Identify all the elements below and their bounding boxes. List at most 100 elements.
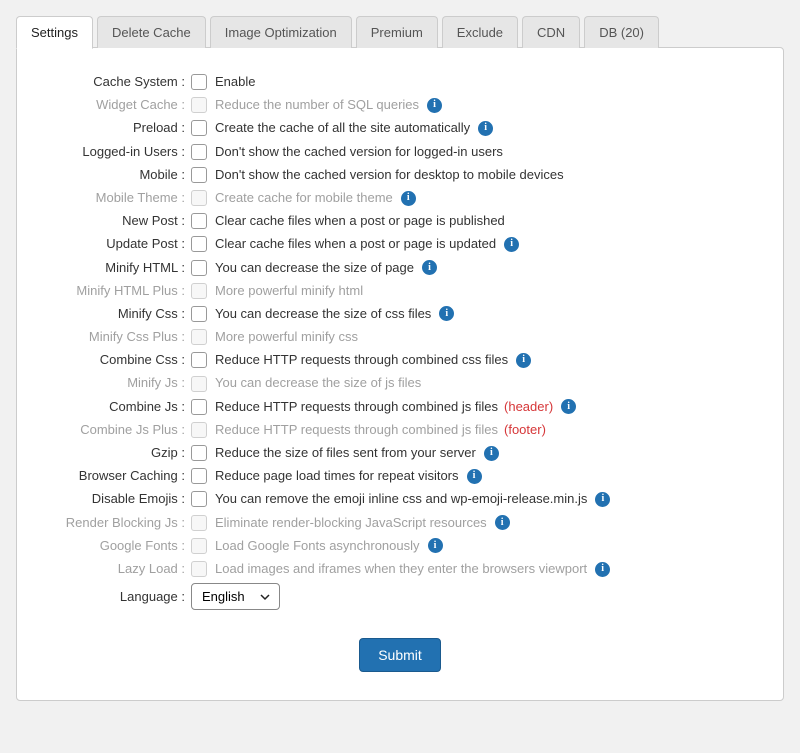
checkbox-minify-css-plus [191,329,207,345]
language-select[interactable]: English [191,583,280,610]
checkbox-gzip[interactable] [191,445,207,461]
checkbox-logged-in-users[interactable] [191,144,207,160]
info-icon-render-blocking-js[interactable]: i [495,515,510,530]
info-icon-minify-css[interactable]: i [439,306,454,321]
label-browser-caching: Browser Caching : [41,467,191,485]
desc-new-post: Clear cache files when a post or page is… [215,212,505,230]
label-minify-html: Minify HTML : [41,259,191,277]
info-icon-widget-cache[interactable]: i [427,98,442,113]
tab-cdn[interactable]: CDN [522,16,580,48]
checkbox-minify-html-plus [191,283,207,299]
label-minify-js: Minify Js : [41,374,191,392]
row-minify-js: Minify Js : You can decrease the size of … [41,374,759,392]
label-logged-in-users: Logged-in Users : [41,143,191,161]
label-minify-html-plus: Minify HTML Plus : [41,282,191,300]
desc-render-blocking-js: Eliminate render-blocking JavaScript res… [215,514,487,532]
desc-gzip: Reduce the size of files sent from your … [215,444,476,462]
row-lazy-load: Lazy Load :Load images and iframes when … [41,560,759,578]
label-mobile: Mobile : [41,166,191,184]
row-browser-caching: Browser Caching : Reduce page load times … [41,467,759,485]
info-icon-google-fonts[interactable]: i [428,538,443,553]
tab-settings[interactable]: Settings [16,16,93,49]
label-lazy-load: Lazy Load : [41,560,191,578]
desc-mobile: Don't show the cached version for deskto… [215,166,564,184]
desc-preload: Create the cache of all the site automat… [215,119,470,137]
label-google-fonts: Google Fonts : [41,537,191,555]
checkbox-render-blocking-js [191,515,207,531]
checkbox-minify-html[interactable] [191,260,207,276]
settings-panel: Cache System :EnableWidget Cache :Reduce… [16,47,784,701]
info-icon-preload[interactable]: i [478,121,493,136]
desc-combine-js: Reduce HTTP requests through combined js… [215,398,498,416]
row-minify-css: Minify Css :You can decrease the size of… [41,305,759,323]
label-render-blocking-js: Render Blocking Js : [41,514,191,532]
tab-db[interactable]: DB (20) [584,16,659,48]
info-icon-combine-js[interactable]: i [561,399,576,414]
row-combine-css: Combine Css : Reduce HTTP requests throug… [41,351,759,369]
tab-premium[interactable]: Premium [356,16,438,48]
desc-combine-css: Reduce HTTP requests through combined cs… [215,351,508,369]
checkbox-google-fonts [191,538,207,554]
checkbox-minify-js [191,376,207,392]
info-icon-mobile-theme[interactable]: i [401,191,416,206]
row-new-post: New Post : Clear cache files when a post … [41,212,759,230]
label-combine-js: Combine Js : [41,398,191,416]
row-render-blocking-js: Render Blocking Js : Eliminate render-blo… [41,514,759,532]
row-google-fonts: Google Fonts : Load Google Fonts asynchro… [41,537,759,555]
desc-google-fonts: Load Google Fonts asynchronously [215,537,420,555]
label-combine-css: Combine Css : [41,351,191,369]
info-icon-browser-caching[interactable]: i [467,469,482,484]
badge-combine-js-plus: (footer) [504,421,546,439]
checkbox-mobile[interactable] [191,167,207,183]
tab-exclude[interactable]: Exclude [442,16,518,48]
row-minify-html-plus: Minify HTML Plus : More powerful minify h… [41,282,759,300]
checkbox-browser-caching[interactable] [191,468,207,484]
desc-mobile-theme: Create cache for mobile theme [215,189,393,207]
desc-minify-html: You can decrease the size of page [215,259,414,277]
desc-update-post: Clear cache files when a post or page is… [215,235,496,253]
checkbox-cache-system[interactable] [191,74,207,90]
badge-combine-js: (header) [504,398,553,416]
checkbox-lazy-load [191,561,207,577]
checkbox-combine-js[interactable] [191,399,207,415]
info-icon-minify-html[interactable]: i [422,260,437,275]
label-minify-css-plus: Minify Css Plus : [41,328,191,346]
label-language: Language : [41,588,191,606]
label-mobile-theme: Mobile Theme : [41,189,191,207]
row-combine-js-plus: Combine Js Plus :Reduce HTTP requests th… [41,421,759,439]
checkbox-minify-css[interactable] [191,306,207,322]
checkbox-update-post[interactable] [191,236,207,252]
row-mobile-theme: Mobile Theme : Create cache for mobile th… [41,189,759,207]
tab-delete-cache[interactable]: Delete Cache [97,16,206,48]
desc-widget-cache: Reduce the number of SQL queries [215,96,419,114]
row-preload: Preload :Create the cache of all the sit… [41,119,759,137]
info-icon-lazy-load[interactable]: i [595,562,610,577]
submit-row: Submit [41,638,759,672]
desc-minify-js: You can decrease the size of js files [215,374,421,392]
checkbox-preload[interactable] [191,120,207,136]
desc-browser-caching: Reduce page load times for repeat visito… [215,467,459,485]
info-icon-gzip[interactable]: i [484,446,499,461]
label-update-post: Update Post : [41,235,191,253]
label-disable-emojis: Disable Emojis : [41,490,191,508]
checkbox-new-post[interactable] [191,213,207,229]
checkbox-combine-css[interactable] [191,352,207,368]
desc-minify-html-plus: More powerful minify html [215,282,363,300]
info-icon-disable-emojis[interactable]: i [595,492,610,507]
row-gzip: Gzip : Reduce the size of files sent from… [41,444,759,462]
label-cache-system: Cache System : [41,73,191,91]
checkbox-disable-emojis[interactable] [191,491,207,507]
desc-disable-emojis: You can remove the emoji inline css and … [215,490,587,508]
submit-button[interactable]: Submit [359,638,441,672]
label-new-post: New Post : [41,212,191,230]
label-combine-js-plus: Combine Js Plus : [41,421,191,439]
info-icon-combine-css[interactable]: i [516,353,531,368]
row-update-post: Update Post : Clear cache files when a po… [41,235,759,253]
label-gzip: Gzip : [41,444,191,462]
desc-logged-in-users: Don't show the cached version for logged… [215,143,503,161]
checkbox-widget-cache [191,97,207,113]
row-minify-html: Minify HTML : You can decrease the size o… [41,259,759,277]
row-combine-js: Combine Js : Reduce HTTP requests through… [41,398,759,416]
info-icon-update-post[interactable]: i [504,237,519,252]
tab-image-opt[interactable]: Image Optimization [210,16,352,48]
